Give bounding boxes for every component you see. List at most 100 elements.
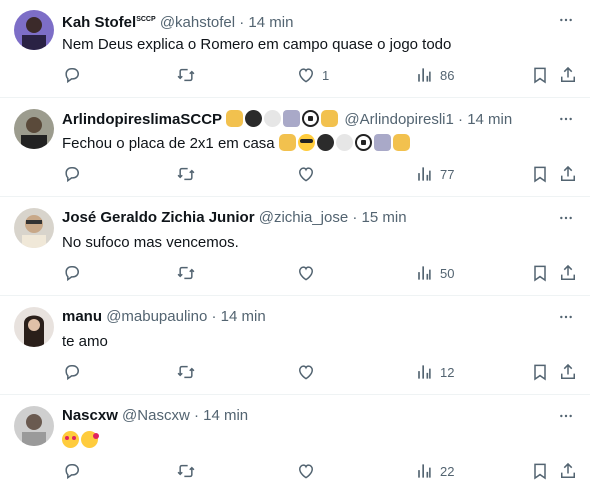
retweet-icon	[176, 362, 196, 382]
tweet-header: manu @mabupaulino · 14 min	[62, 308, 266, 326]
reply-icon	[62, 65, 82, 85]
reply-icon	[62, 461, 82, 481]
tweet-text: No sufoco mas vencemos.	[62, 234, 239, 251]
like-icon	[296, 461, 316, 481]
stadium-icon	[373, 134, 391, 151]
bookmark-button[interactable]	[530, 65, 550, 85]
views-button[interactable]: 22	[414, 461, 454, 481]
retweet-button[interactable]	[176, 65, 196, 85]
handle[interactable]: @zichia_jose	[259, 209, 348, 226]
separator: ·	[193, 407, 199, 424]
white-circle-icon	[335, 134, 353, 151]
timestamp[interactable]: 15 min	[362, 209, 407, 226]
bookmark-button[interactable]	[530, 164, 550, 184]
share-icon	[558, 263, 578, 283]
more-options-icon[interactable]	[556, 408, 576, 424]
like-button[interactable]	[296, 164, 316, 184]
like-button[interactable]	[296, 263, 316, 283]
bookmark-icon	[530, 164, 550, 184]
display-name[interactable]: José Geraldo Zichia Junior	[62, 209, 255, 226]
tweet-header: Kah StofelSCCP @kahstofel · 14 min	[62, 11, 293, 32]
timestamp[interactable]: 14 min	[221, 308, 266, 325]
share-button[interactable]	[558, 164, 578, 184]
reply-button[interactable]	[62, 65, 82, 85]
bookmark-button[interactable]	[530, 461, 550, 481]
more-options-icon[interactable]	[556, 210, 576, 226]
white-circle-icon	[264, 110, 282, 127]
reply-icon	[62, 263, 82, 283]
avatar[interactable]	[14, 10, 54, 50]
display-name[interactable]: manu	[62, 308, 102, 325]
fist-icon	[321, 110, 339, 127]
share-button[interactable]	[558, 65, 578, 85]
bookmark-button[interactable]	[530, 263, 550, 283]
share-button[interactable]	[558, 263, 578, 283]
display-name[interactable]: Nascxw	[62, 407, 118, 424]
timestamp[interactable]: 14 min	[467, 111, 512, 128]
black-circle-icon	[316, 134, 334, 151]
reply-button[interactable]	[62, 461, 82, 481]
tweet[interactable]: José Geraldo Zichia Junior @zichia_jose …	[0, 198, 590, 296]
retweet-button[interactable]	[176, 164, 196, 184]
tweet[interactable]: Nascxw @Nascxw · 14 min 22	[0, 396, 590, 494]
more-options-icon[interactable]	[556, 309, 576, 325]
views-icon	[414, 65, 434, 85]
separator: ·	[458, 111, 464, 128]
views-icon	[414, 461, 434, 481]
soccer-ball-icon	[302, 110, 320, 127]
action-bar: 12	[62, 362, 582, 382]
tweet[interactable]: Kah StofelSCCP @kahstofel · 14 min Nem D…	[0, 0, 590, 98]
name-badge: SCCP	[136, 16, 156, 23]
retweet-icon	[176, 65, 196, 85]
more-options-icon[interactable]	[556, 12, 576, 28]
timestamp[interactable]: 14 min	[248, 14, 293, 31]
display-name[interactable]: ArlindopireslimaSCCP	[62, 111, 222, 128]
retweet-button[interactable]	[176, 263, 196, 283]
handle[interactable]: @mabupaulino	[106, 308, 207, 325]
tweet-header: Nascxw @Nascxw · 14 min	[62, 407, 248, 425]
avatar[interactable]	[14, 109, 54, 149]
retweet-icon	[176, 461, 196, 481]
more-options-icon[interactable]	[556, 111, 576, 127]
share-icon	[558, 362, 578, 382]
views-button[interactable]: 77	[414, 164, 454, 184]
avatar[interactable]	[14, 208, 54, 248]
tweet[interactable]: ArlindopireslimaSCCP @Arlindopiresli1 · …	[0, 99, 590, 197]
handle[interactable]: @Arlindopiresli1	[344, 111, 453, 128]
views-button[interactable]: 86	[414, 65, 454, 85]
action-bar: 1 86	[62, 65, 582, 85]
retweet-icon	[176, 263, 196, 283]
like-button[interactable]	[296, 461, 316, 481]
reply-button[interactable]	[62, 362, 82, 382]
tweet-text: te amo	[62, 333, 108, 350]
soccer-ball-icon	[354, 134, 372, 151]
like-icon	[296, 65, 316, 85]
like-icon	[296, 362, 316, 382]
timestamp[interactable]: 14 min	[203, 407, 248, 424]
retweet-button[interactable]	[176, 461, 196, 481]
share-button[interactable]	[558, 362, 578, 382]
view-count: 12	[440, 364, 455, 380]
handle[interactable]: @Nascxw	[122, 407, 190, 424]
retweet-button[interactable]	[176, 362, 196, 382]
separator: ·	[352, 209, 358, 226]
views-button[interactable]: 50	[414, 263, 454, 283]
tweet[interactable]: manu @mabupaulino · 14 min te amo 12	[0, 297, 590, 395]
like-button[interactable]: 1	[296, 65, 329, 85]
bookmark-button[interactable]	[530, 362, 550, 382]
view-count: 22	[440, 463, 455, 479]
avatar[interactable]	[14, 406, 54, 446]
views-icon	[414, 263, 434, 283]
views-button[interactable]: 12	[414, 362, 454, 382]
display-name[interactable]: Kah Stofel	[62, 14, 136, 31]
share-button[interactable]	[558, 461, 578, 481]
view-count: 86	[440, 67, 455, 83]
avatar[interactable]	[14, 307, 54, 347]
fist-icon	[278, 134, 296, 151]
reply-button[interactable]	[62, 263, 82, 283]
handle[interactable]: @kahstofel	[160, 14, 235, 31]
hugging-face-icon	[81, 431, 99, 448]
share-icon	[558, 461, 578, 481]
reply-button[interactable]	[62, 164, 82, 184]
like-button[interactable]	[296, 362, 316, 382]
